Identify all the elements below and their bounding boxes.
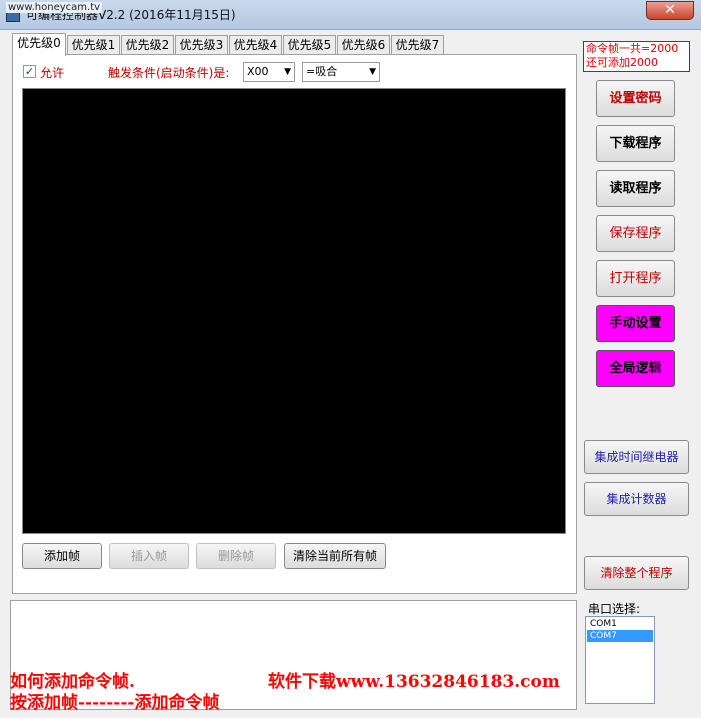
trigger-input-select[interactable]: X00 ▼ — [243, 62, 295, 82]
tab-priority-5[interactable]: 优先级5 — [283, 35, 336, 55]
frame-remaining-text: 还可添加2000 — [586, 56, 658, 69]
watermark-text: www.honeycam.tv — [6, 2, 103, 13]
allow-label: 允许 — [40, 66, 65, 80]
add-frame-button[interactable]: 添加帧 — [22, 543, 102, 569]
global-logic-button[interactable]: 全局逻辑 — [596, 350, 675, 387]
insert-frame-button[interactable]: 插入帧 — [109, 543, 189, 569]
counter-button[interactable]: 集成计数器 — [584, 482, 689, 516]
serial-port-item-selected[interactable]: COM7 — [587, 630, 653, 642]
clear-program-button[interactable]: 清除整个程序 — [584, 556, 689, 590]
close-button[interactable]: ✕ — [646, 1, 694, 20]
delete-frame-button[interactable]: 删除帧 — [196, 543, 276, 569]
frame-total-text: 命令帧一共=2000 — [586, 42, 679, 55]
serial-port-list[interactable]: COM1 COM7 — [585, 616, 655, 704]
open-program-button[interactable]: 打开程序 — [596, 260, 675, 297]
tab-priority-2[interactable]: 优先级2 — [121, 35, 174, 55]
close-icon: ✕ — [664, 2, 676, 18]
trigger-input-value: X00 — [247, 65, 269, 78]
tab-priority-3[interactable]: 优先级3 — [175, 35, 228, 55]
tab-priority-6[interactable]: 优先级6 — [337, 35, 390, 55]
set-password-button[interactable]: 设置密码 — [596, 80, 675, 117]
chevron-down-icon: ▼ — [284, 67, 291, 77]
overlay-download-url: 软件下载www.13632846183.com — [268, 672, 560, 692]
tab-priority-0[interactable]: 优先级0 — [12, 33, 66, 56]
trigger-state-value: =吸合 — [306, 65, 338, 78]
manual-settings-button[interactable]: 手动设置 — [596, 305, 675, 342]
serial-port-item[interactable]: COM1 — [587, 618, 653, 630]
serial-port-label: 串口选择: — [588, 602, 641, 616]
clear-frames-button[interactable]: 清除当前所有帧 — [284, 543, 386, 569]
frame-count-info: 命令帧一共=2000 还可添加2000 — [583, 41, 690, 72]
overlay-instruction: 按添加帧--------添加命令帧 — [10, 693, 220, 713]
timer-relay-button[interactable]: 集成时间继电器 — [584, 440, 689, 474]
tab-priority-7[interactable]: 优先级7 — [391, 35, 444, 55]
chevron-down-icon: ▼ — [369, 67, 376, 77]
allow-checkbox[interactable]: ✓ — [23, 65, 36, 78]
download-program-button[interactable]: 下载程序 — [596, 125, 675, 162]
trigger-condition-label: 触发条件(启动条件)是: — [108, 66, 230, 80]
read-program-button[interactable]: 读取程序 — [596, 170, 675, 207]
tab-priority-4[interactable]: 优先级4 — [229, 35, 282, 55]
save-program-button[interactable]: 保存程序 — [596, 215, 675, 252]
trigger-state-select[interactable]: =吸合 ▼ — [302, 62, 380, 82]
tab-priority-1[interactable]: 优先级1 — [67, 35, 120, 55]
frame-list-area[interactable] — [22, 88, 566, 534]
